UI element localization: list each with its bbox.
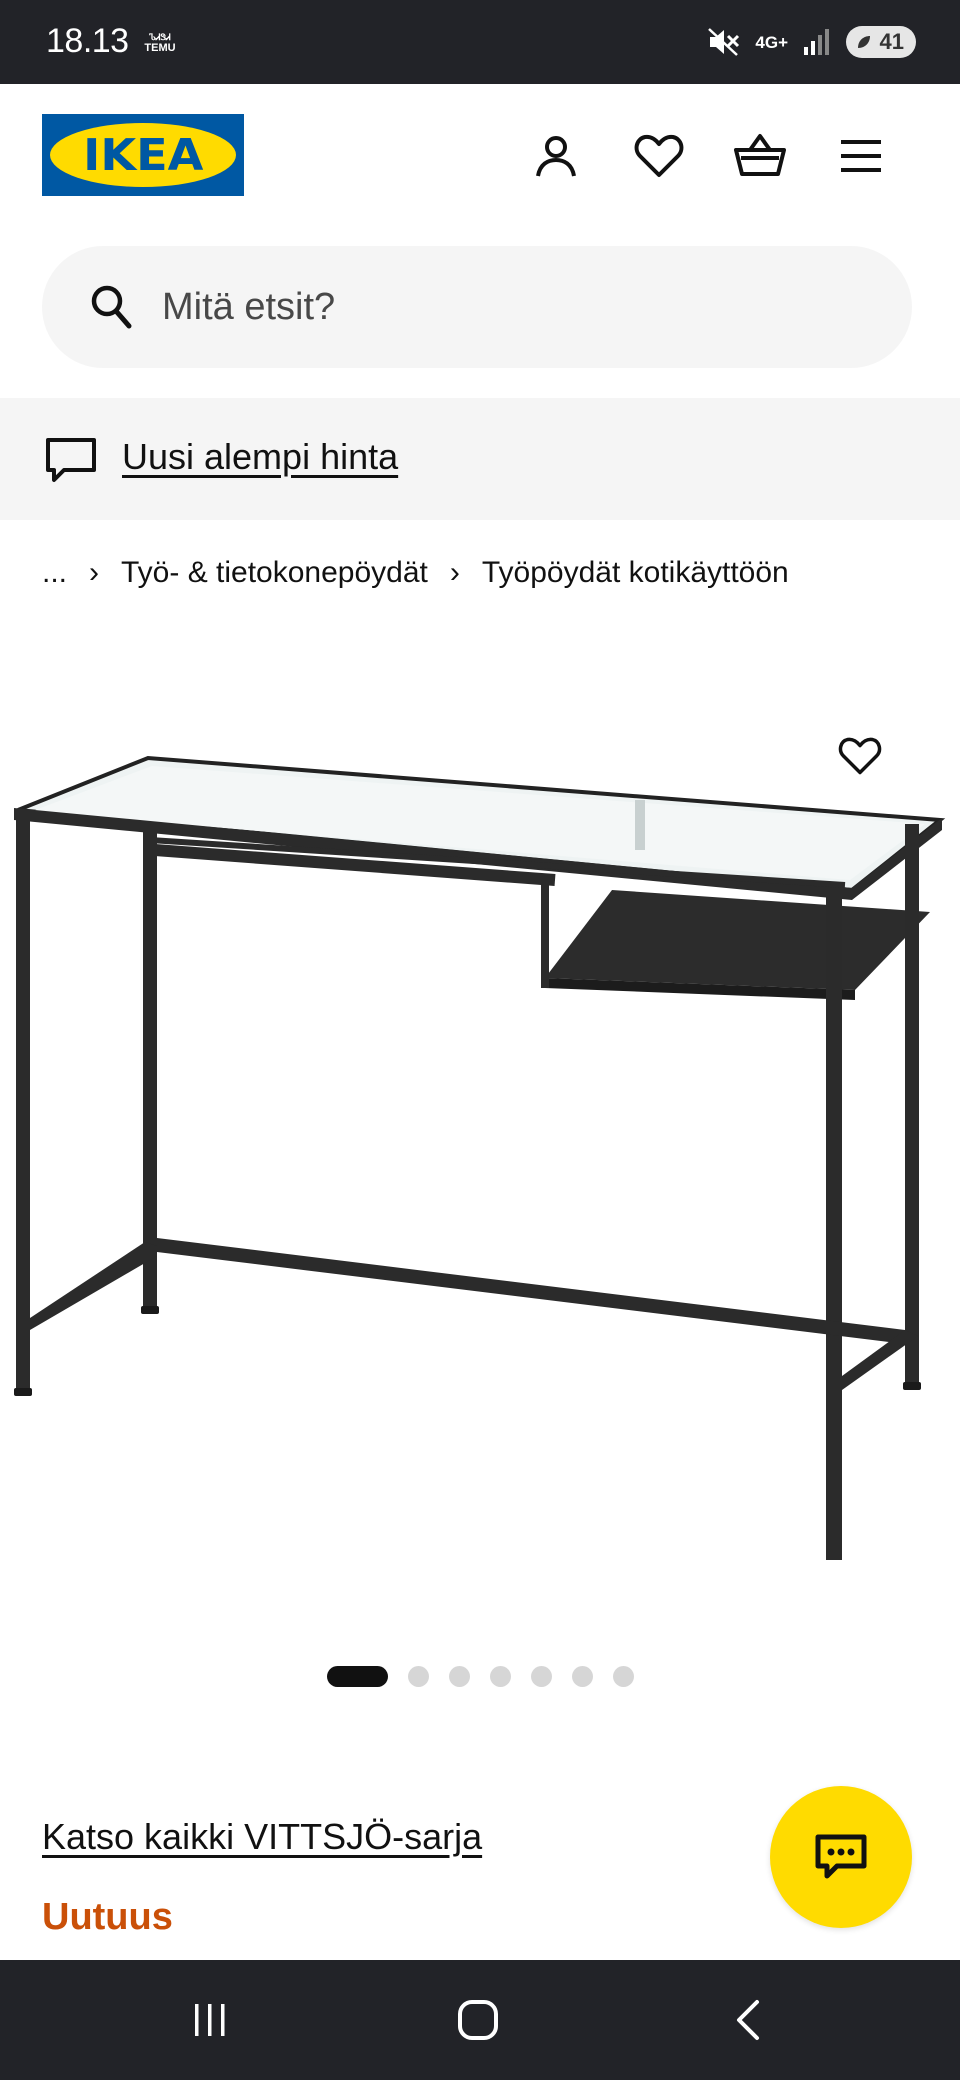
home-button[interactable] [448,1990,508,2050]
recent-apps-button[interactable] [180,1990,240,2050]
temu-notification-icon: ᏖᏗᏕᏗ TEMU [142,32,178,54]
gallery-dot-5[interactable] [530,1666,552,1687]
chat-icon [815,1834,867,1879]
signal-icon [804,29,829,55]
product-favourite-button[interactable] [832,728,888,784]
gallery-dot-2[interactable] [407,1666,429,1687]
logo-oval: IKEA [50,123,236,187]
recent-apps-icon [195,2004,225,2036]
home-icon [458,2000,498,2040]
chevron-right-icon: › [449,556,460,589]
new-badge: Uutuus [42,1896,173,1938]
account-button[interactable] [528,128,584,184]
search-bar[interactable] [42,246,912,368]
series-link[interactable]: Katso kaikki VITTSJÖ-sarja [42,1816,482,1858]
heart-icon [634,134,684,177]
battery-level: 41 [879,29,904,54]
gallery-dot-4[interactable] [489,1666,511,1687]
chat-button[interactable] [770,1786,912,1928]
menu-button[interactable] [833,128,889,184]
temu-bottom-text: TEMU [144,42,176,54]
price-banner: Uusi alempi hinta [0,398,960,520]
breadcrumb-ellipsis[interactable]: ... [42,556,67,590]
search-input[interactable] [162,246,862,368]
heart-icon [838,737,882,775]
basket-button[interactable] [732,128,788,184]
system-nav-bar [0,1960,960,2080]
gallery-dot-6[interactable] [571,1666,593,1687]
gallery-dot-3[interactable] [448,1666,470,1687]
battery-leaf-icon [858,36,870,48]
breadcrumb: ... › Työ- & tietokonepöydät › Työpöydät… [42,556,789,590]
back-button[interactable] [718,1990,778,2050]
logo-text: IKEA [82,129,204,181]
status-bar: 18.13 ᏖᏗᏕᏗ TEMU 4G+ 41 [0,0,960,84]
favourites-button[interactable] [631,128,687,184]
gallery-pagination [0,1666,960,1687]
gallery-dot-1[interactable] [326,1666,388,1687]
new-lower-price-link[interactable]: Uusi alempi hinta [122,436,398,478]
search-icon [91,285,132,329]
mute-icon [708,28,740,56]
battery-indicator: 41 [846,26,916,58]
network-type: 4G+ [755,32,788,52]
menu-icon [841,140,881,172]
product-image[interactable] [0,690,960,1560]
basket-icon [734,134,786,176]
back-icon [737,2000,759,2040]
status-time: 18.13 [46,22,129,60]
breadcrumb-item-home-desks[interactable]: Työpöydät kotikäyttöön [482,556,789,590]
site-header: IKEA [0,84,960,234]
breadcrumb-item-work-desks[interactable]: Työ- & tietokonepöydät [121,556,428,590]
ikea-logo[interactable]: IKEA [42,114,244,196]
gallery-dot-7[interactable] [612,1666,634,1687]
status-indicators: 4G+ 41 [707,26,916,58]
chat-bubble-icon [46,438,96,482]
account-icon [536,136,576,177]
chevron-right-icon: › [89,556,100,589]
